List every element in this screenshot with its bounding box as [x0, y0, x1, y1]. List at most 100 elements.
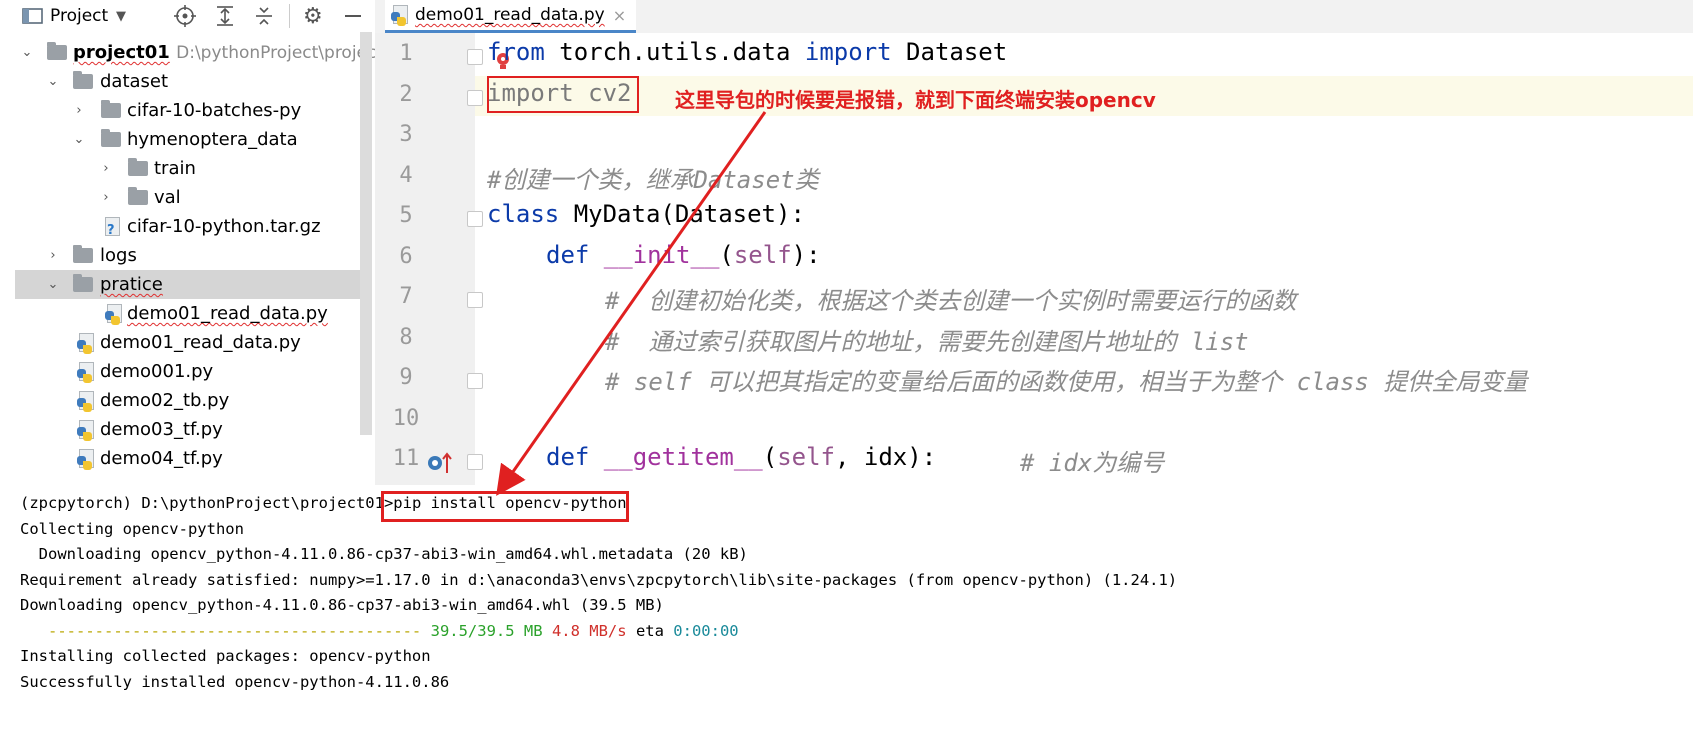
- tree-item-val[interactable]: › val: [15, 183, 360, 212]
- line-number: 1: [399, 41, 413, 66]
- tree-item-dataset[interactable]: ⌄ dataset: [15, 67, 360, 96]
- folder-icon: [73, 71, 93, 89]
- code-token: MyData(Dataset):: [559, 200, 805, 228]
- line-number: 2: [399, 82, 413, 107]
- code-token: ):: [791, 241, 821, 269]
- collapse-all-icon[interactable]: [253, 4, 275, 28]
- code-token: import: [804, 38, 892, 66]
- folder-icon: [47, 42, 67, 60]
- line-number: 7: [399, 284, 413, 309]
- code-token: Dataset: [891, 38, 1008, 66]
- code-token: class: [487, 200, 560, 228]
- line-number: 10: [392, 406, 420, 431]
- tree-item-label: demo01_read_data.py: [100, 332, 301, 353]
- minimize-icon[interactable]: [343, 4, 363, 28]
- terminal-panel[interactable]: (zpcpytorch) D:\pythonProject\project01>…: [0, 485, 1693, 753]
- code-line-1: from torch.utils.data import Dataset: [487, 38, 1007, 66]
- expand-all-icon[interactable]: [214, 4, 236, 28]
- chevron-right-icon[interactable]: ›: [99, 161, 113, 176]
- tree-item-label: dataset: [100, 71, 169, 92]
- project-toolbar: Project ▼ ⚙: [0, 0, 375, 32]
- tree-item-label: val: [154, 187, 181, 208]
- chevron-right-icon[interactable]: ›: [72, 103, 86, 118]
- code-token: (: [719, 241, 734, 269]
- code-line-6: def __init__(self):: [546, 241, 821, 269]
- project-view-title[interactable]: Project: [50, 4, 108, 28]
- project-view-icon[interactable]: [22, 4, 44, 28]
- python-file-icon: [77, 448, 95, 470]
- tree-item-demo01[interactable]: demo01_read_data.py: [15, 328, 360, 357]
- code-line-9: # self 可以把其指定的变量给后面的函数使用，相当于为整个 class 提供…: [605, 362, 1527, 397]
- terminal-output-line: Downloading opencv_python-4.11.0.86-cp37…: [20, 545, 748, 563]
- progress-speed: 4.8 MB/s: [551, 622, 627, 640]
- python-file-icon: [77, 390, 95, 412]
- implementation-gutter-icon[interactable]: [427, 451, 453, 479]
- tree-item-label: hymenoptera_data: [127, 129, 298, 150]
- tree-item-train[interactable]: › train: [15, 154, 360, 183]
- chevron-right-icon[interactable]: ›: [46, 248, 60, 263]
- chevron-down-icon[interactable]: ⌄: [20, 45, 34, 60]
- code-token: # self 可以把其指定的变量给后面的函数使用，相当于为整个 class 提供…: [605, 368, 1528, 396]
- line-number: 3: [399, 122, 413, 147]
- annotation-highlight-command: [381, 491, 629, 522]
- tree-item-demo02[interactable]: demo02_tb.py: [15, 386, 360, 415]
- fold-marker[interactable]: [467, 373, 483, 389]
- code-token: self: [733, 241, 792, 269]
- tab-label: demo01_read_data.py: [415, 5, 605, 25]
- tree-item-demo03[interactable]: demo03_tf.py: [15, 415, 360, 444]
- tree-item-logs[interactable]: › logs: [15, 241, 360, 270]
- tree-item-label: demo001.py: [100, 361, 214, 382]
- unknown-file-icon: ?: [103, 216, 121, 238]
- close-icon[interactable]: ×: [613, 6, 626, 25]
- terminal-progress-line: ----------------------------------------…: [20, 622, 739, 640]
- project-path: D:\pythonProject\project0: [176, 43, 375, 63]
- fold-marker[interactable]: [467, 454, 483, 470]
- chevron-right-icon[interactable]: ›: [99, 190, 113, 205]
- code-comment-idx: # idx为编号: [1020, 443, 1164, 478]
- locate-icon[interactable]: [174, 4, 196, 28]
- chevron-down-icon[interactable]: ⌄: [46, 277, 60, 292]
- python-file-icon: [391, 5, 409, 26]
- tree-item-label: project01: [73, 42, 170, 63]
- fold-marker[interactable]: [467, 292, 483, 308]
- fold-marker[interactable]: [467, 49, 483, 65]
- tree-item-label: train: [154, 158, 196, 179]
- tree-item-cifar-batches[interactable]: › cifar-10-batches-py: [15, 96, 360, 125]
- code-line-11: def __getitem__(self, idx):: [546, 443, 936, 471]
- tree-item-label: demo01_read_data.py: [127, 303, 328, 324]
- code-token: __getitem__: [589, 443, 763, 471]
- fold-marker[interactable]: [467, 211, 483, 227]
- code-token: __init__: [589, 241, 720, 269]
- tree-item-demo001[interactable]: demo001.py: [15, 357, 360, 386]
- folder-icon: [128, 158, 148, 176]
- tree-item-label: demo02_tb.py: [100, 390, 230, 411]
- terminal-output-line: Requirement already satisfied: numpy>=1.…: [20, 571, 1178, 589]
- python-file-icon: [77, 361, 95, 383]
- tree-item-project01[interactable]: ⌄ project01 D:\pythonProject\project0: [15, 38, 375, 67]
- tree-item-cifar-tar[interactable]: ? cifar-10-python.tar.gz: [15, 212, 360, 241]
- progress-eta-label: eta: [635, 622, 664, 640]
- project-scrollbar[interactable]: [360, 32, 372, 435]
- code-token: self: [777, 443, 835, 471]
- editor-tab-bar: demo01_read_data.py ×: [375, 0, 1693, 34]
- code-token: # idx为编号: [1020, 449, 1165, 477]
- annotation-note: 这里导包的时候要是报错，就到下面终端安装opencv: [675, 88, 1156, 112]
- annotation-highlight-import: [487, 76, 639, 113]
- line-number: 5: [399, 203, 413, 228]
- code-line-8: # 通过索引获取图片的地址，需要先创建图片地址的 list: [605, 322, 1249, 357]
- tree-item-demo04[interactable]: demo04_tf.py: [15, 444, 360, 473]
- chevron-down-icon[interactable]: ⌄: [46, 74, 60, 89]
- fold-marker[interactable]: [467, 90, 483, 106]
- line-number: 8: [399, 325, 413, 350]
- tree-item-hymenoptera[interactable]: ⌄ hymenoptera_data: [15, 125, 360, 154]
- code-token: #创建一个类，继承Dataset类: [487, 166, 819, 194]
- chevron-down-icon[interactable]: ⌄: [72, 132, 86, 147]
- tab-demo01-read-data[interactable]: demo01_read_data.py ×: [385, 0, 637, 33]
- tree-item-pratice-demo01[interactable]: demo01_read_data.py: [15, 299, 360, 328]
- folder-icon: [73, 245, 93, 263]
- line-number: 6: [399, 244, 413, 269]
- code-token: # 通过索引获取图片的地址，需要先创建图片地址的 list: [605, 328, 1249, 356]
- gear-icon[interactable]: ⚙: [303, 4, 323, 29]
- chevron-down-icon[interactable]: ▼: [116, 4, 126, 28]
- tree-item-pratice[interactable]: ⌄ pratice: [15, 270, 360, 299]
